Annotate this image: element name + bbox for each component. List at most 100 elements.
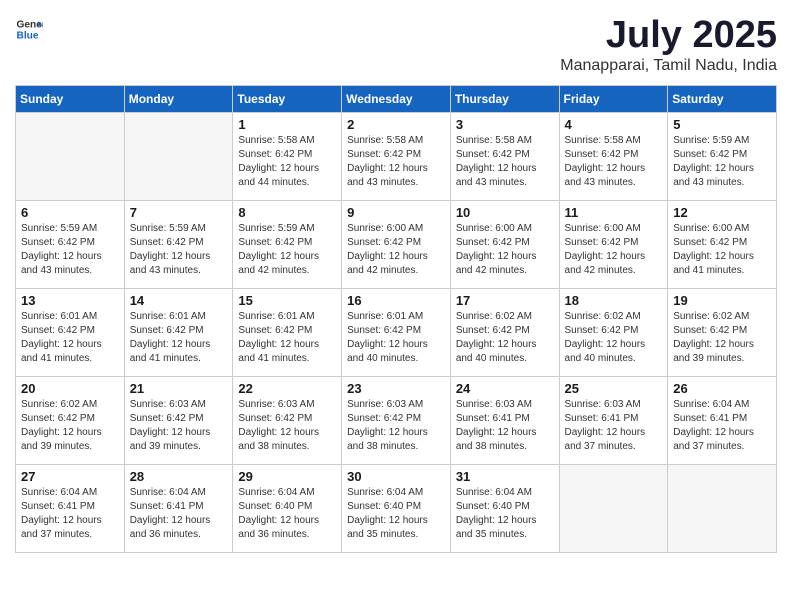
calendar-cell: 14Sunrise: 6:01 AM Sunset: 6:42 PM Dayli… (124, 288, 233, 376)
day-number: 30 (347, 469, 445, 484)
calendar-cell: 2 Sunrise: 5:58 AM Sunset: 6:42 PM Daylig… (342, 112, 451, 200)
calendar-cell: 23 Sunrise: 6:03 AM Sunset: 6:42 PM Dayli… (342, 376, 451, 464)
day-info: Sunrise: 6:03 AM Sunset: 6:42 PM Dayligh… (130, 398, 228, 454)
day-info: Sunrise: 6:00 AM Sunset: 6:42 PM Dayligh… (347, 222, 445, 278)
calendar-cell: 5 Sunrise: 5:59 AM Sunset: 6:42 PM Daylig… (668, 112, 777, 200)
calendar-cell: 31 Sunrise: 6:04 AM Sunset: 6:40 PM Dayli… (450, 464, 559, 552)
calendar-table: SundayMondayTuesdayWednesdayThursdayFrid… (15, 85, 777, 553)
day-info: Sunrise: 6:00 AM Sunset: 6:42 PM Dayligh… (456, 222, 554, 278)
calendar-title: July 2025 (560, 15, 777, 57)
calendar-cell: 19 Sunrise: 6:02 AM Sunset: 6:42 PM Dayli… (668, 288, 777, 376)
weekday-header-tuesday: Tuesday (233, 85, 342, 112)
day-number: 31 (456, 469, 554, 484)
day-number: 24 (456, 381, 554, 396)
day-info: Sunrise: 5:59 AM Sunset: 6:42 PM Dayligh… (673, 134, 771, 190)
day-number: 1 (238, 117, 336, 132)
day-info: Sunrise: 6:04 AM Sunset: 6:40 PM Dayligh… (456, 486, 554, 542)
day-number: 25 (565, 381, 663, 396)
weekday-header-saturday: Saturday (668, 85, 777, 112)
calendar-cell: 17 Sunrise: 6:02 AM Sunset: 6:42 PM Dayli… (450, 288, 559, 376)
day-info: Sunrise: 5:59 AM Sunset: 6:42 PM Dayligh… (238, 222, 336, 278)
calendar-week-row: 13 Sunrise: 6:01 AM Sunset: 6:42 PM Dayli… (16, 288, 777, 376)
calendar-cell: 11 Sunrise: 6:00 AM Sunset: 6:42 PM Dayli… (559, 200, 668, 288)
weekday-header-thursday: Thursday (450, 85, 559, 112)
calendar-cell (559, 464, 668, 552)
calendar-cell: 30 Sunrise: 6:04 AM Sunset: 6:40 PM Dayli… (342, 464, 451, 552)
weekday-header-friday: Friday (559, 85, 668, 112)
calendar-week-row: 6 Sunrise: 5:59 AM Sunset: 6:42 PM Daylig… (16, 200, 777, 288)
calendar-cell: 10 Sunrise: 6:00 AM Sunset: 6:42 PM Dayli… (450, 200, 559, 288)
calendar-cell: 4Sunrise: 5:58 AM Sunset: 6:42 PM Daylig… (559, 112, 668, 200)
weekday-header-wednesday: Wednesday (342, 85, 451, 112)
day-info: Sunrise: 6:01 AM Sunset: 6:42 PM Dayligh… (238, 310, 336, 366)
calendar-cell (16, 112, 125, 200)
day-info: Sunrise: 6:04 AM Sunset: 6:41 PM Dayligh… (21, 486, 119, 542)
calendar-cell: 18 Sunrise: 6:02 AM Sunset: 6:42 PM Dayli… (559, 288, 668, 376)
calendar-week-row: 27 Sunrise: 6:04 AM Sunset: 6:41 PM Dayli… (16, 464, 777, 552)
day-info: Sunrise: 6:02 AM Sunset: 6:42 PM Dayligh… (456, 310, 554, 366)
calendar-cell: 21 Sunrise: 6:03 AM Sunset: 6:42 PM Dayli… (124, 376, 233, 464)
day-number: 10 (456, 205, 554, 220)
day-info: Sunrise: 5:59 AM Sunset: 6:42 PM Dayligh… (21, 222, 119, 278)
calendar-subtitle: Manapparai, Tamil Nadu, India (560, 57, 777, 75)
day-number: 17 (456, 293, 554, 308)
day-number: 23 (347, 381, 445, 396)
day-number: 8 (238, 205, 336, 220)
calendar-week-row: 1 Sunrise: 5:58 AM Sunset: 6:42 PM Daylig… (16, 112, 777, 200)
day-number: 26 (673, 381, 771, 396)
day-number: 3 (456, 117, 554, 132)
day-number: 2 (347, 117, 445, 132)
calendar-cell: 6 Sunrise: 5:59 AM Sunset: 6:42 PM Daylig… (16, 200, 125, 288)
day-number: 16 (347, 293, 445, 308)
day-info: Sunrise: 5:58 AM Sunset: 6:42 PM Dayligh… (565, 134, 663, 190)
day-info: Sunrise: 6:02 AM Sunset: 6:42 PM Dayligh… (673, 310, 771, 366)
calendar-cell: 26 Sunrise: 6:04 AM Sunset: 6:41 PM Dayli… (668, 376, 777, 464)
day-number: 9 (347, 205, 445, 220)
day-info: Sunrise: 6:03 AM Sunset: 6:42 PM Dayligh… (347, 398, 445, 454)
day-info: Sunrise: 6:02 AM Sunset: 6:42 PM Dayligh… (21, 398, 119, 454)
day-number: 5 (673, 117, 771, 132)
calendar-cell: 27 Sunrise: 6:04 AM Sunset: 6:41 PM Dayli… (16, 464, 125, 552)
day-info: Sunrise: 6:01 AM Sunset: 6:42 PM Dayligh… (130, 310, 228, 366)
day-number: 12 (673, 205, 771, 220)
day-info: Sunrise: 6:04 AM Sunset: 6:41 PM Dayligh… (130, 486, 228, 542)
calendar-cell: 20Sunrise: 6:02 AM Sunset: 6:42 PM Dayli… (16, 376, 125, 464)
calendar-week-row: 20Sunrise: 6:02 AM Sunset: 6:42 PM Dayli… (16, 376, 777, 464)
day-number: 7 (130, 205, 228, 220)
day-number: 11 (565, 205, 663, 220)
calendar-cell: 9 Sunrise: 6:00 AM Sunset: 6:42 PM Daylig… (342, 200, 451, 288)
day-info: Sunrise: 6:03 AM Sunset: 6:41 PM Dayligh… (565, 398, 663, 454)
day-info: Sunrise: 6:01 AM Sunset: 6:42 PM Dayligh… (21, 310, 119, 366)
day-info: Sunrise: 6:04 AM Sunset: 6:40 PM Dayligh… (238, 486, 336, 542)
day-info: Sunrise: 6:02 AM Sunset: 6:42 PM Dayligh… (565, 310, 663, 366)
calendar-cell: 15Sunrise: 6:01 AM Sunset: 6:42 PM Dayli… (233, 288, 342, 376)
calendar-cell: 22Sunrise: 6:03 AM Sunset: 6:42 PM Dayli… (233, 376, 342, 464)
calendar-cell: 12Sunrise: 6:00 AM Sunset: 6:42 PM Dayli… (668, 200, 777, 288)
day-info: Sunrise: 6:03 AM Sunset: 6:41 PM Dayligh… (456, 398, 554, 454)
day-number: 6 (21, 205, 119, 220)
day-info: Sunrise: 5:58 AM Sunset: 6:42 PM Dayligh… (456, 134, 554, 190)
calendar-cell: 29Sunrise: 6:04 AM Sunset: 6:40 PM Dayli… (233, 464, 342, 552)
day-number: 27 (21, 469, 119, 484)
calendar-header: General Blue July 2025 Manapparai, Tamil… (15, 15, 777, 75)
title-block: July 2025 Manapparai, Tamil Nadu, India (560, 15, 777, 75)
day-info: Sunrise: 6:04 AM Sunset: 6:41 PM Dayligh… (673, 398, 771, 454)
day-number: 28 (130, 469, 228, 484)
svg-text:Blue: Blue (17, 30, 39, 41)
day-number: 13 (21, 293, 119, 308)
day-info: Sunrise: 6:00 AM Sunset: 6:42 PM Dayligh… (565, 222, 663, 278)
day-number: 18 (565, 293, 663, 308)
day-info: Sunrise: 6:01 AM Sunset: 6:42 PM Dayligh… (347, 310, 445, 366)
calendar-cell: 1 Sunrise: 5:58 AM Sunset: 6:42 PM Daylig… (233, 112, 342, 200)
weekday-header-row: SundayMondayTuesdayWednesdayThursdayFrid… (16, 85, 777, 112)
generalblue-logo-icon: General Blue (15, 15, 43, 43)
day-info: Sunrise: 5:58 AM Sunset: 6:42 PM Dayligh… (347, 134, 445, 190)
day-info: Sunrise: 5:58 AM Sunset: 6:42 PM Dayligh… (238, 134, 336, 190)
logo: General Blue (15, 15, 43, 43)
day-number: 21 (130, 381, 228, 396)
calendar-cell: 24 Sunrise: 6:03 AM Sunset: 6:41 PM Dayli… (450, 376, 559, 464)
day-info: Sunrise: 6:03 AM Sunset: 6:42 PM Dayligh… (238, 398, 336, 454)
day-info: Sunrise: 6:04 AM Sunset: 6:40 PM Dayligh… (347, 486, 445, 542)
calendar-cell: 13 Sunrise: 6:01 AM Sunset: 6:42 PM Dayli… (16, 288, 125, 376)
day-number: 19 (673, 293, 771, 308)
